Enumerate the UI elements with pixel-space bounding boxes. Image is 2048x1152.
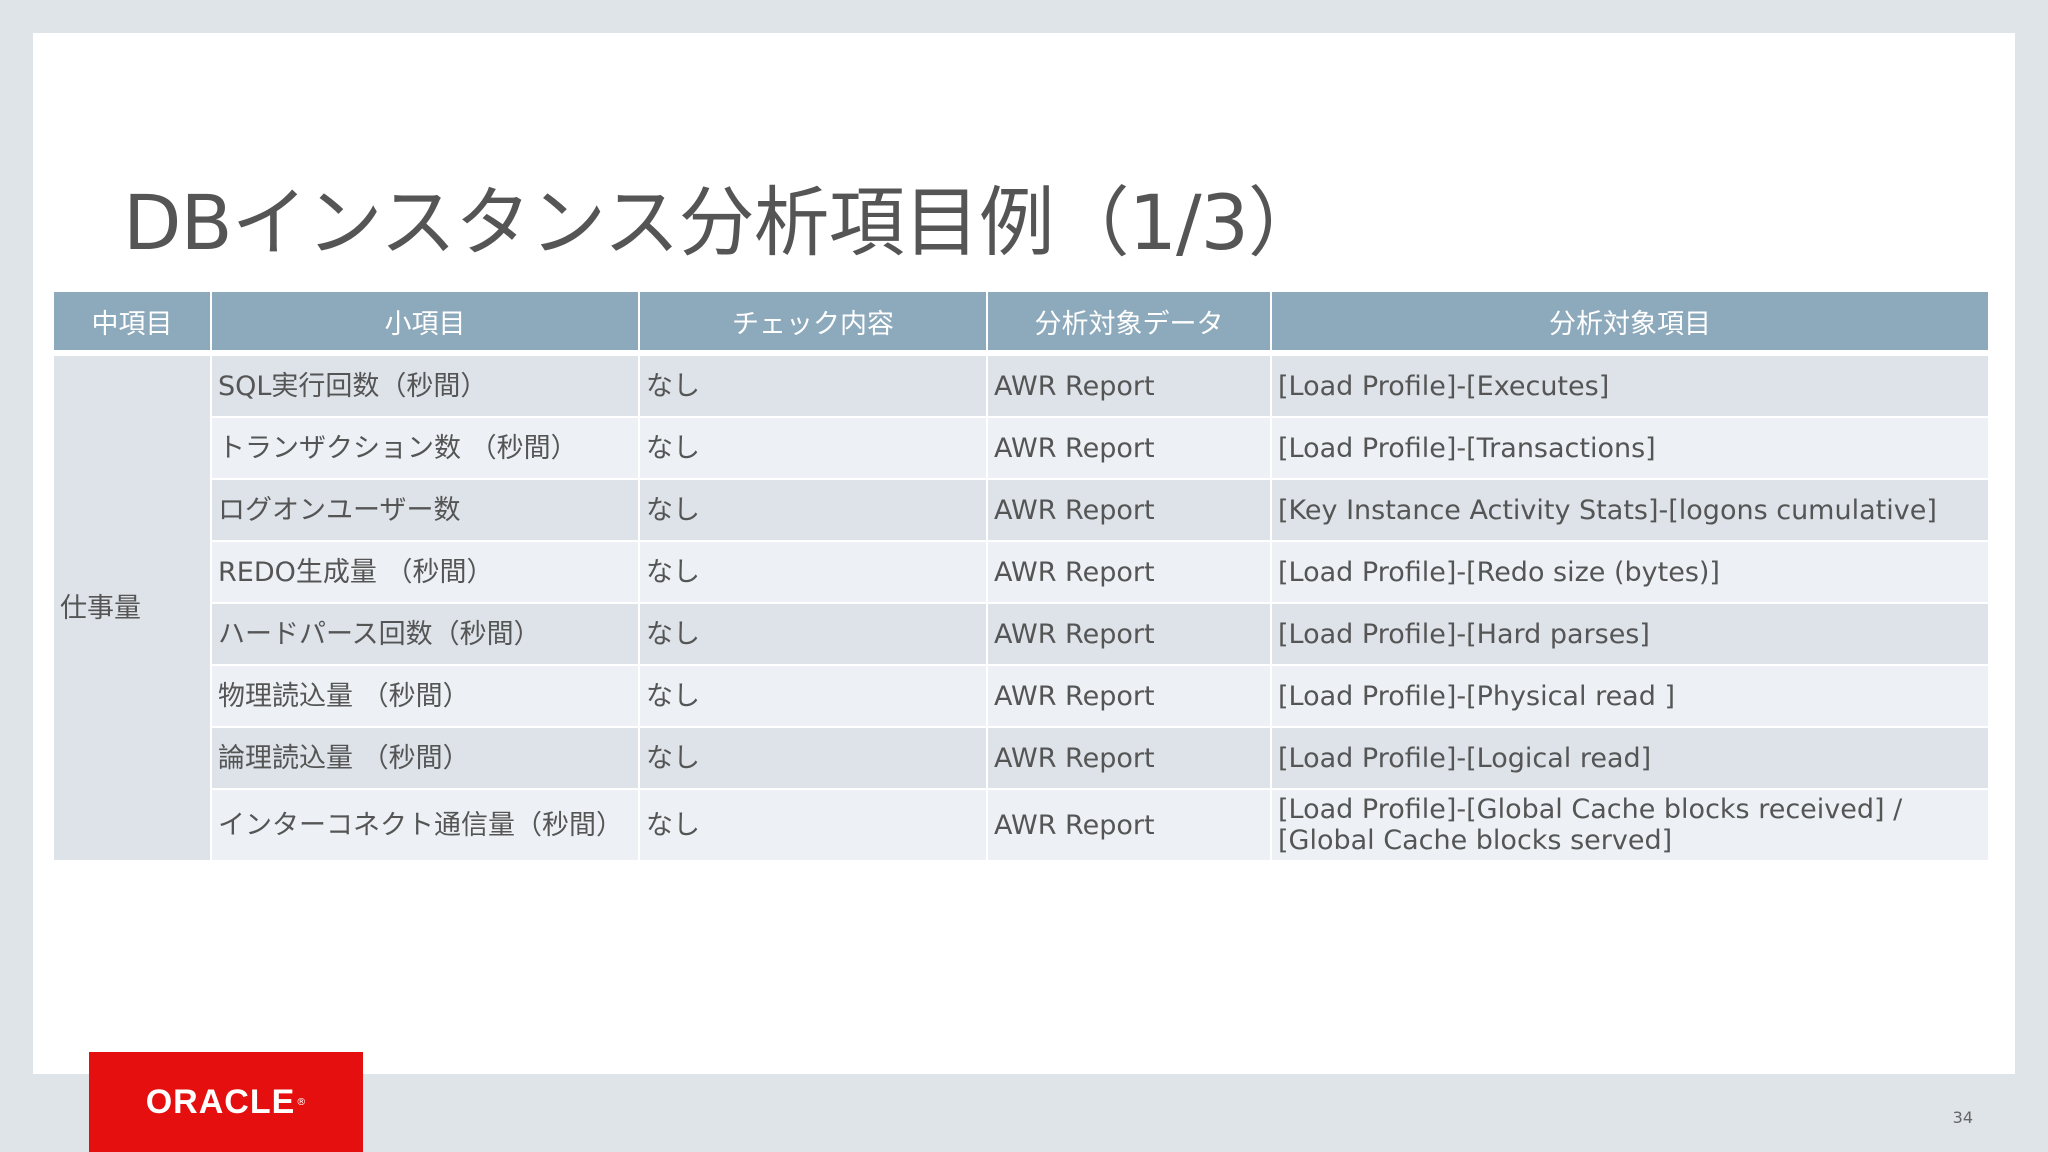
item-cell: [Load Profile]-[Physical read ] bbox=[1272, 666, 1988, 726]
sub-item-cell: ログオンユーザー数 bbox=[212, 480, 638, 540]
data-cell: AWR Report bbox=[988, 356, 1270, 416]
data-cell: AWR Report bbox=[988, 666, 1270, 726]
sub-item-cell: SQL実行回数（秒間） bbox=[212, 356, 638, 416]
sub-item-cell: トランザクション数 （秒間） bbox=[212, 418, 638, 478]
sub-item-cell: REDO生成量 （秒間） bbox=[212, 542, 638, 602]
table-row: インターコネクト通信量（秒間） なし AWR Report [Load Prof… bbox=[54, 790, 1988, 860]
check-cell: なし bbox=[640, 790, 986, 860]
data-cell: AWR Report bbox=[988, 728, 1270, 788]
header-target-data: 分析対象データ bbox=[988, 292, 1270, 354]
data-cell: AWR Report bbox=[988, 542, 1270, 602]
item-cell: [Load Profile]-[Redo size (bytes)] bbox=[1272, 542, 1988, 602]
table-row: トランザクション数 （秒間） なし AWR Report [Load Profi… bbox=[54, 418, 1988, 478]
check-cell: なし bbox=[640, 356, 986, 416]
group-label-cell: 仕事量 bbox=[54, 356, 210, 860]
header-middle-item: 中項目 bbox=[54, 292, 210, 354]
registered-mark: ® bbox=[296, 1096, 307, 1108]
data-cell: AWR Report bbox=[988, 790, 1270, 860]
item-cell: [Load Profile]-[Transactions] bbox=[1272, 418, 1988, 478]
slide-title: DBインスタンス分析項目例（1/3） bbox=[123, 178, 1324, 267]
oracle-logo: ORACLE ® bbox=[89, 1052, 363, 1152]
header-check-content: チェック内容 bbox=[640, 292, 986, 354]
table-header-row: 中項目 小項目 チェック内容 分析対象データ 分析対象項目 bbox=[54, 292, 1988, 354]
sub-item-cell: 論理読込量 （秒間） bbox=[212, 728, 638, 788]
sub-item-cell: インターコネクト通信量（秒間） bbox=[212, 790, 638, 860]
page-number: 34 bbox=[1952, 1108, 1973, 1127]
check-cell: なし bbox=[640, 604, 986, 664]
data-cell: AWR Report bbox=[988, 418, 1270, 478]
table-row: ログオンユーザー数 なし AWR Report [Key Instance Ac… bbox=[54, 480, 1988, 540]
header-target-item: 分析対象項目 bbox=[1272, 292, 1988, 354]
item-cell: [Load Profile]-[Logical read] bbox=[1272, 728, 1988, 788]
check-cell: なし bbox=[640, 728, 986, 788]
data-cell: AWR Report bbox=[988, 480, 1270, 540]
table-row: 物理読込量 （秒間） なし AWR Report [Load Profile]-… bbox=[54, 666, 1988, 726]
sub-item-cell: 物理読込量 （秒間） bbox=[212, 666, 638, 726]
check-cell: なし bbox=[640, 666, 986, 726]
analysis-table: 中項目 小項目 チェック内容 分析対象データ 分析対象項目 仕事量 SQL実行回… bbox=[52, 290, 1990, 862]
data-cell: AWR Report bbox=[988, 604, 1270, 664]
header-sub-item: 小項目 bbox=[212, 292, 638, 354]
check-cell: なし bbox=[640, 542, 986, 602]
item-cell: [Load Profile]-[Global Cache blocks rece… bbox=[1272, 790, 1988, 860]
check-cell: なし bbox=[640, 480, 986, 540]
item-cell: [Key Instance Activity Stats]-[logons cu… bbox=[1272, 480, 1988, 540]
table-row: 論理読込量 （秒間） なし AWR Report [Load Profile]-… bbox=[54, 728, 1988, 788]
check-cell: なし bbox=[640, 418, 986, 478]
oracle-logo-text: ORACLE bbox=[145, 1082, 296, 1121]
table-row: REDO生成量 （秒間） なし AWR Report [Load Profile… bbox=[54, 542, 1988, 602]
item-cell: [Load Profile]-[Executes] bbox=[1272, 356, 1988, 416]
table-row: ハードパース回数（秒間） なし AWR Report [Load Profile… bbox=[54, 604, 1988, 664]
sub-item-cell: ハードパース回数（秒間） bbox=[212, 604, 638, 664]
item-cell: [Load Profile]-[Hard parses] bbox=[1272, 604, 1988, 664]
table-row: 仕事量 SQL実行回数（秒間） なし AWR Report [Load Prof… bbox=[54, 356, 1988, 860]
